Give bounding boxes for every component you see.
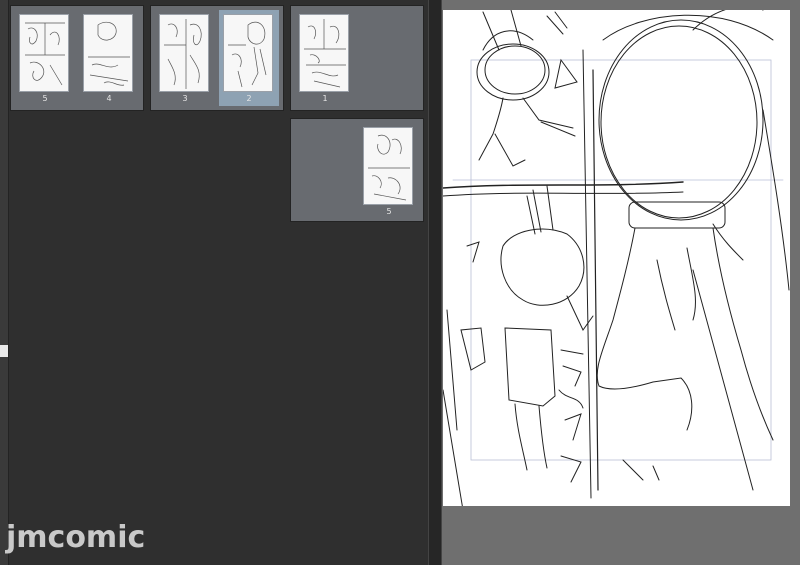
edge-marker <box>0 345 8 357</box>
page-thumbnail-5[interactable]: 5 <box>15 10 75 106</box>
page-number: 1 <box>322 94 328 103</box>
page-thumbnail-image <box>159 14 209 92</box>
page-thumbnail-image <box>299 14 349 92</box>
page-thumbnail-1[interactable]: 1 <box>295 10 355 106</box>
watermark-logo: jmcomic <box>6 520 146 555</box>
page-thumbnail-3[interactable]: 3 <box>155 10 215 106</box>
page-number: 5 <box>386 207 392 216</box>
spread-3: 1 <box>290 5 424 111</box>
page-thumbnail-image <box>363 127 413 205</box>
page-manager-panel: 5 4 3 2 1 5 jmcomic <box>0 0 428 565</box>
panel-divider[interactable] <box>428 0 442 565</box>
page-number: 3 <box>182 94 188 103</box>
page-thumbnail-5b[interactable]: 5 <box>359 123 419 219</box>
spread-2: 3 2 <box>150 5 284 111</box>
page-thumbnail-2[interactable]: 2 <box>219 10 279 106</box>
spread-1: 5 4 <box>10 5 144 111</box>
spread-4: 5 <box>290 118 424 222</box>
page-thumbnail-image <box>223 14 273 92</box>
page-number: 4 <box>106 94 112 103</box>
page-thumbnail-image <box>83 14 133 92</box>
page-thumbnail-4[interactable]: 4 <box>79 10 139 106</box>
drawing-canvas[interactable] <box>443 10 790 506</box>
panel-edge-strip <box>0 0 9 565</box>
page-number: 2 <box>246 94 252 103</box>
page-thumbnail-image <box>19 14 69 92</box>
page-number: 5 <box>42 94 48 103</box>
